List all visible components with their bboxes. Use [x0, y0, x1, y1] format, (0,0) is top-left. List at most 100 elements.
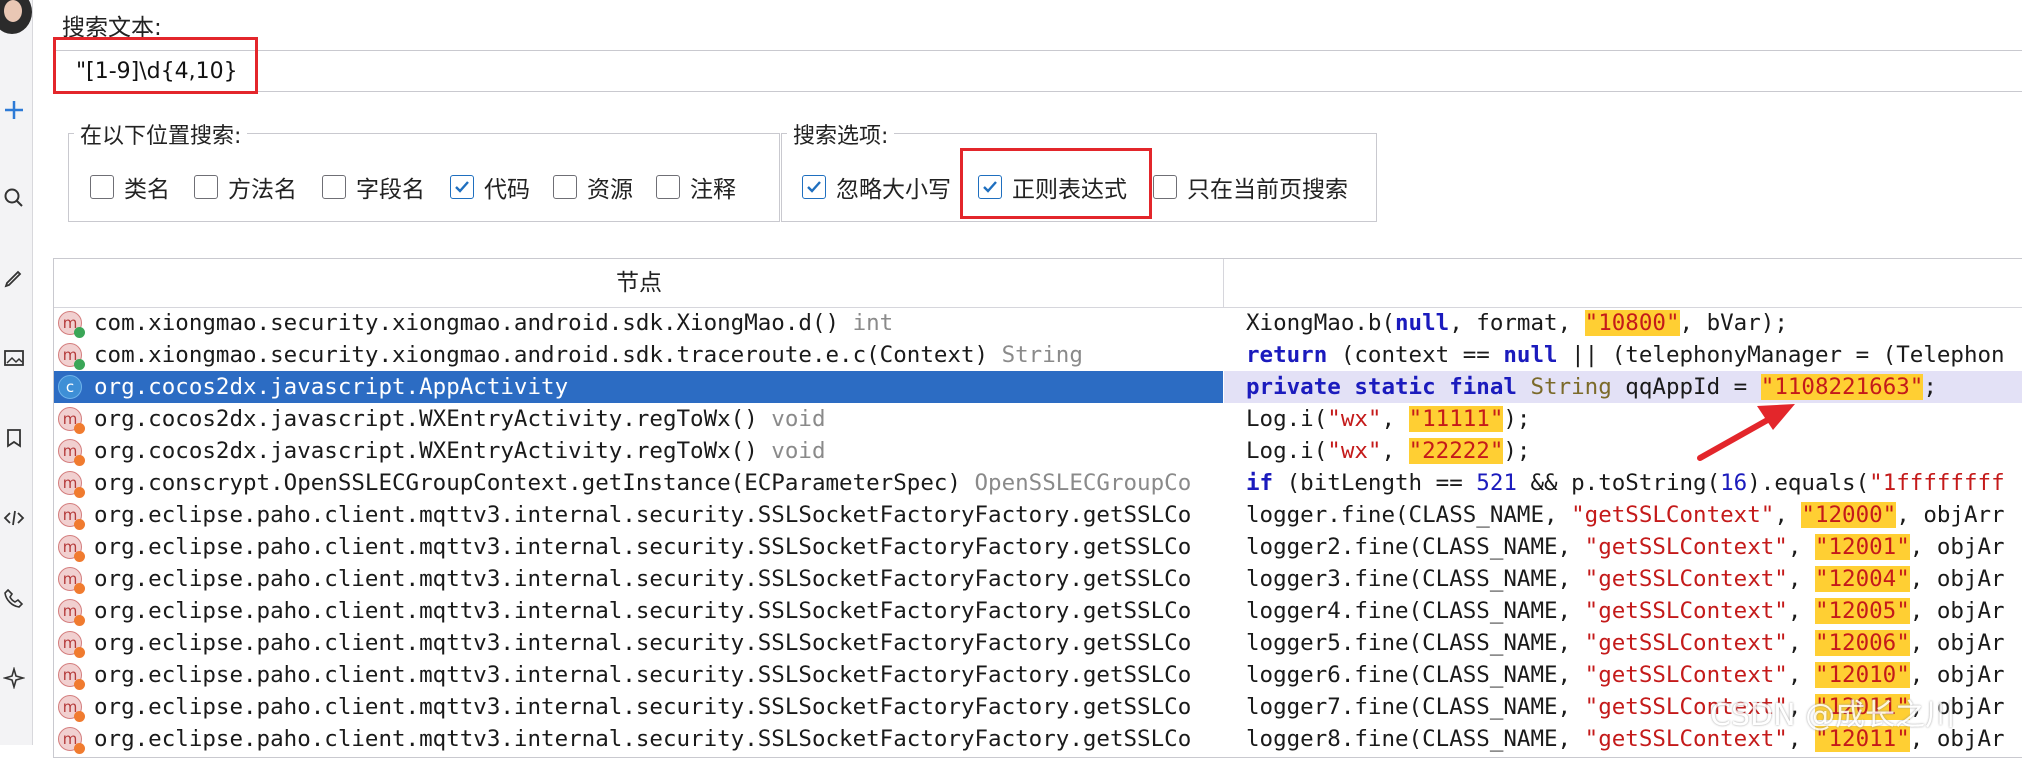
user-avatar[interactable]	[0, 0, 32, 34]
checkbox-unchecked-icon[interactable]	[194, 175, 218, 199]
code-token: null	[1503, 342, 1558, 368]
code-token: "getSSLContext"	[1584, 534, 1788, 560]
code-icon[interactable]	[0, 498, 28, 538]
code-cell[interactable]: private static final String qqAppId = "1…	[1224, 371, 2022, 403]
method-icon: m	[58, 471, 85, 498]
node-cell[interactable]: c org.cocos2dx.javascript.AppActivity	[54, 371, 1223, 403]
node-cell[interactable]: m org.eclipse.paho.client.mqttv3.internal…	[54, 531, 1223, 563]
search-icon[interactable]	[0, 178, 28, 218]
code-cell[interactable]: logger3.fine(CLASS_NAME, "getSSLContext"…	[1224, 563, 2022, 595]
code-cell[interactable]: logger.fine(CLASS_NAME, "getSSLContext",…	[1224, 499, 2022, 531]
plus-icon[interactable]	[0, 90, 28, 130]
node-cell[interactable]: m org.eclipse.paho.client.mqttv3.internal…	[54, 595, 1223, 627]
code-token: ,	[1787, 630, 1815, 656]
table-row[interactable]: m org.cocos2dx.javascript.WXEntryActivity…	[54, 403, 2022, 435]
method-icon: m	[58, 439, 85, 466]
code-token: , format,	[1449, 310, 1585, 336]
code-token: logger5.fine(CLASS_NAME,	[1246, 630, 1585, 656]
code-cell[interactable]: logger5.fine(CLASS_NAME, "getSSLContext"…	[1224, 627, 2022, 659]
table-row[interactable]: m org.eclipse.paho.client.mqttv3.internal…	[54, 659, 2022, 691]
checkbox-unchecked-icon[interactable]	[322, 175, 346, 199]
table-row[interactable]: m com.xiongmao.security.xiongmao.android.…	[54, 307, 2022, 339]
checkbox-current-page-only-label: 只在当前页搜索	[1187, 177, 1348, 203]
table-row[interactable]: m org.eclipse.paho.client.mqttv3.internal…	[54, 595, 2022, 627]
checkbox-class-name[interactable]: 类名	[90, 170, 170, 204]
code-cell[interactable]: logger7.fine(CLASS_NAME, "getSSLContext"…	[1224, 691, 2022, 723]
checkbox-field-name[interactable]: 字段名	[322, 170, 425, 204]
code-token: (context ==	[1327, 342, 1504, 368]
method-icon: m	[58, 311, 85, 338]
code-cell[interactable]: if (bitLength == 521 && p.toString(16).e…	[1224, 467, 2022, 499]
checkbox-ignore-case[interactable]: 忽略大小写	[802, 170, 951, 204]
table-row[interactable]: m org.eclipse.paho.client.mqttv3.internal…	[54, 499, 2022, 531]
code-token: , objAr	[1909, 662, 2005, 688]
checkbox-regex[interactable]: 正则表达式	[978, 170, 1127, 204]
node-cell[interactable]: m org.eclipse.paho.client.mqttv3.internal…	[54, 659, 1223, 691]
checkbox-method-name[interactable]: 方法名	[194, 170, 297, 204]
return-type: String	[988, 342, 1083, 368]
checkbox-current-page-only[interactable]: 只在当前页搜索	[1153, 170, 1348, 204]
method-icon: m	[58, 343, 85, 370]
checkbox-checked-icon[interactable]	[450, 175, 474, 199]
code-cell[interactable]: logger2.fine(CLASS_NAME, "getSSLContext"…	[1224, 531, 2022, 563]
code-cell[interactable]: logger8.fine(CLASS_NAME, "getSSLContext"…	[1224, 723, 2022, 755]
checkbox-code[interactable]: 代码	[450, 170, 530, 204]
checkbox-checked-icon[interactable]	[978, 175, 1002, 199]
search-input[interactable]	[55, 50, 2022, 92]
checkbox-unchecked-icon[interactable]	[90, 175, 114, 199]
table-row[interactable]: m org.eclipse.paho.client.mqttv3.internal…	[54, 723, 2022, 755]
node-cell[interactable]: m org.eclipse.paho.client.mqttv3.internal…	[54, 627, 1223, 659]
table-row[interactable]: m org.eclipse.paho.client.mqttv3.internal…	[54, 563, 2022, 595]
code-cell[interactable]: logger6.fine(CLASS_NAME, "getSSLContext"…	[1224, 659, 2022, 691]
match-highlight: "12011"	[1814, 694, 1910, 720]
code-cell[interactable]: return (context == null || (telephonyMan…	[1224, 339, 2022, 371]
node-cell[interactable]: m org.eclipse.paho.client.mqttv3.internal…	[54, 563, 1223, 595]
code-token: XiongMao.b(	[1246, 310, 1396, 336]
table-row[interactable]: c org.cocos2dx.javascript.AppActivity priv…	[54, 371, 2022, 403]
node-cell[interactable]: m org.cocos2dx.javascript.WXEntryActivity…	[54, 435, 1223, 467]
node-cell[interactable]: m org.conscrypt.OpenSSLECGroupContext.get…	[54, 467, 1223, 499]
code-token: ,	[1787, 662, 1815, 688]
checkbox-unchecked-icon[interactable]	[553, 175, 577, 199]
code-token: Log.i(	[1246, 438, 1328, 464]
code-token: ;	[1923, 374, 1937, 400]
table-row[interactable]: m org.eclipse.paho.client.mqttv3.internal…	[54, 691, 2022, 723]
node-cell[interactable]: m org.eclipse.paho.client.mqttv3.internal…	[54, 723, 1223, 755]
code-token: , objAr	[1909, 566, 2005, 592]
edit-icon[interactable]	[0, 258, 28, 298]
table-row[interactable]: m org.conscrypt.OpenSSLECGroupContext.get…	[54, 467, 2022, 499]
phone-icon[interactable]	[0, 578, 28, 618]
checkbox-resource[interactable]: 资源	[553, 170, 633, 204]
checkbox-unchecked-icon[interactable]	[1153, 175, 1177, 199]
table-row[interactable]: m org.eclipse.paho.client.mqttv3.internal…	[54, 627, 2022, 659]
node-cell[interactable]: m com.xiongmao.security.xiongmao.android.…	[54, 307, 1223, 339]
node-cell[interactable]: m org.cocos2dx.javascript.WXEntryActivity…	[54, 403, 1223, 435]
node-text: org.eclipse.paho.client.mqttv3.internal.…	[94, 726, 1192, 752]
bookmark-icon[interactable]	[0, 418, 28, 458]
checkbox-unchecked-icon[interactable]	[656, 175, 680, 199]
code-token: || (telephonyManager = (Telephon	[1557, 342, 2005, 368]
sparkle-icon[interactable]	[0, 658, 28, 698]
code-token: ,	[1787, 694, 1815, 720]
match-highlight: "22222"	[1408, 438, 1504, 464]
checkbox-ignore-case-label: 忽略大小写	[836, 177, 951, 203]
node-cell[interactable]: m org.eclipse.paho.client.mqttv3.internal…	[54, 499, 1223, 531]
code-token: return	[1246, 342, 1328, 368]
code-cell[interactable]: logger4.fine(CLASS_NAME, "getSSLContext"…	[1224, 595, 2022, 627]
column-header-node[interactable]: 节点	[54, 259, 1224, 307]
node-cell[interactable]: m org.eclipse.paho.client.mqttv3.internal…	[54, 691, 1223, 723]
method-icon: m	[58, 535, 85, 562]
code-cell[interactable]: Log.i("wx", "22222");	[1224, 435, 2022, 467]
node-cell[interactable]: m com.xiongmao.security.xiongmao.android.…	[54, 339, 1223, 371]
column-separator[interactable]	[1223, 259, 1224, 307]
table-row[interactable]: m org.cocos2dx.javascript.WXEntryActivity…	[54, 435, 2022, 467]
code-token: null	[1395, 310, 1450, 336]
checkbox-comment[interactable]: 注释	[656, 170, 736, 204]
table-row[interactable]: m com.xiongmao.security.xiongmao.android.…	[54, 339, 2022, 371]
image-icon[interactable]	[0, 338, 28, 378]
code-cell[interactable]: XiongMao.b(null, format, "10800", bVar);	[1224, 307, 2022, 339]
checkbox-checked-icon[interactable]	[802, 175, 826, 199]
code-cell[interactable]: Log.i("wx", "11111");	[1224, 403, 2022, 435]
table-row[interactable]: m org.eclipse.paho.client.mqttv3.internal…	[54, 531, 2022, 563]
checkbox-code-label: 代码	[484, 177, 530, 203]
